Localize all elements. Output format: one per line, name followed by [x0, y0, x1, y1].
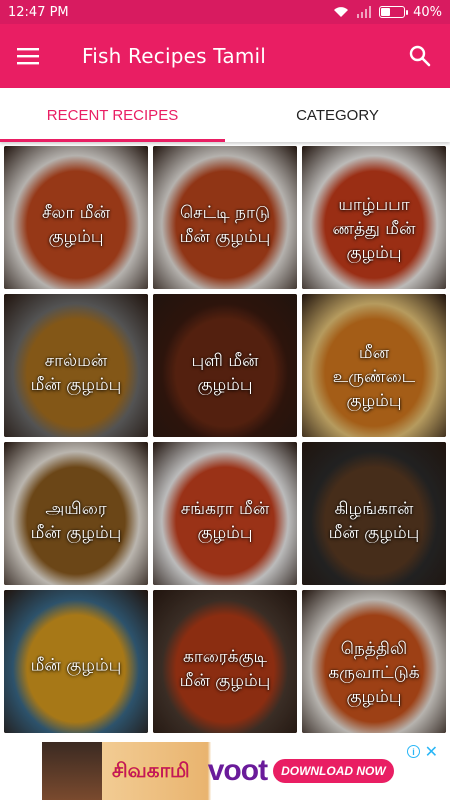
recipe-title: புளி மீன் குழம்பு	[191, 350, 259, 395]
recipe-title: சால்மன் மீன் குழம்பு	[30, 350, 122, 395]
tab-recent-recipes[interactable]: RECENT RECIPES	[0, 88, 225, 142]
tab-category[interactable]: CATEGORY	[225, 88, 450, 142]
recipe-card[interactable]: மீன உருண்டை குழம்பு	[302, 294, 446, 437]
ad-brand-logo: voot	[207, 754, 268, 787]
app-bar: Fish Recipes Tamil	[0, 24, 450, 88]
recipe-title: சங்கரா மீன் குழம்பு	[180, 498, 270, 543]
status-time: 12:47 PM	[8, 4, 69, 20]
recipe-title: செட்டி நாடு மீன் குழம்பு	[179, 202, 271, 247]
recipe-card[interactable]: கிழங்கான் மீன் குழம்பு	[302, 442, 446, 585]
ad-content[interactable]: சிவகாமி voot DOWNLOAD NOW	[42, 742, 410, 800]
app-title: Fish Recipes Tamil	[82, 44, 267, 68]
recipe-title: சீலா மீன் குழம்பு	[41, 202, 111, 247]
ad-image	[42, 742, 102, 800]
recipe-card[interactable]: நெத்திலி கருவாட்டுக் குழம்பு	[302, 590, 446, 733]
recipe-title: காரைக்குடி மீன் குழம்பு	[179, 646, 271, 691]
recipe-title: யாழ்பபா ணத்து மீன் குழம்பு	[332, 194, 416, 263]
tab-bar: RECENT RECIPES CATEGORY	[0, 88, 450, 142]
recipe-title: கிழங்கான் மீன் குழம்பு	[328, 498, 420, 543]
recipe-card[interactable]: சால்மன் மீன் குழம்பு	[4, 294, 148, 437]
recipe-title: நெத்திலி கருவாட்டுக் குழம்பு	[328, 638, 420, 707]
search-icon[interactable]	[408, 44, 432, 68]
status-icons: 40%	[333, 5, 442, 20]
ad-close-icon[interactable]: ✕	[425, 742, 438, 762]
recipe-card[interactable]: மீன் குழம்பு	[4, 590, 148, 733]
recipe-card[interactable]: சங்கரா மீன் குழம்பு	[153, 442, 297, 585]
recipe-title: அயிரை மீன் குழம்பு	[30, 498, 122, 543]
recipe-card[interactable]: சீலா மீன் குழம்பு	[4, 146, 148, 289]
recipe-title: மீன உருண்டை குழம்பு	[332, 342, 416, 411]
battery-fill	[381, 8, 390, 16]
ad-download-button[interactable]: DOWNLOAD NOW	[273, 759, 394, 783]
recipe-card[interactable]: செட்டி நாடு மீன் குழம்பு	[153, 146, 297, 289]
recipe-card[interactable]: புளி மீன் குழம்பு	[153, 294, 297, 437]
ad-show-title: சிவகாமி	[112, 757, 190, 782]
recipe-card[interactable]: காரைக்குடி மீன் குழம்பு	[153, 590, 297, 733]
ad-info-icon[interactable]: i	[407, 745, 420, 758]
recipe-title: மீன் குழம்பு	[30, 655, 122, 676]
recipe-card[interactable]: யாழ்பபா ணத்து மீன் குழம்பு	[302, 146, 446, 289]
hamburger-menu-icon[interactable]	[0, 24, 56, 88]
battery-percent: 40%	[413, 4, 442, 20]
signal-icon	[357, 6, 372, 18]
ad-banner[interactable]: சிவகாமி voot DOWNLOAD NOW i ✕	[0, 742, 450, 800]
recipe-card[interactable]: அயிரை மீன் குழம்பு	[4, 442, 148, 585]
status-bar: 12:47 PM 40%	[0, 0, 450, 24]
battery-icon	[379, 6, 409, 18]
recipe-grid: சீலா மீன் குழம்பு செட்டி நாடு மீன் குழம்ப…	[4, 146, 446, 733]
wifi-icon	[334, 7, 349, 17]
